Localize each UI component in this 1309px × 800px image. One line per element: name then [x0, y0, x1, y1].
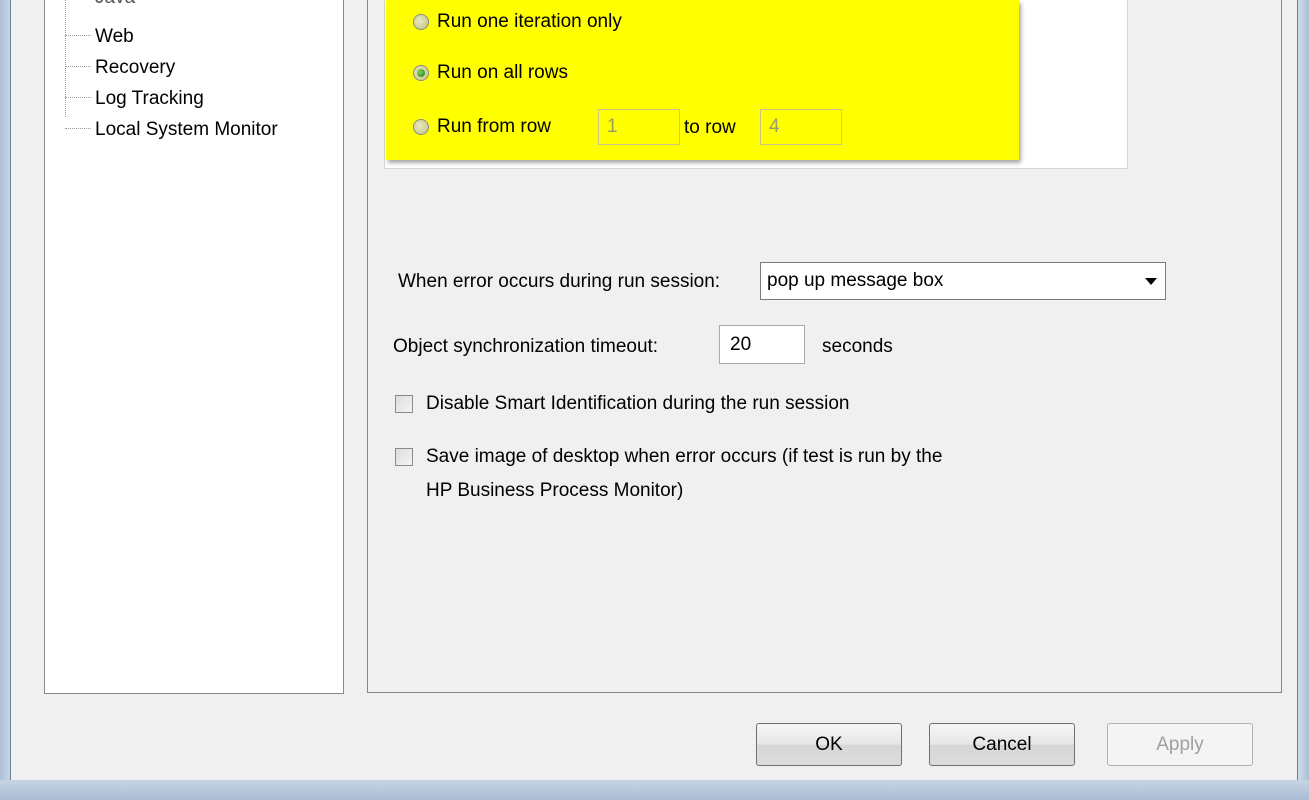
disable-smart-id-label: Disable Smart Identification during the …	[426, 393, 850, 414]
tree-item-web[interactable]: Web	[65, 24, 134, 50]
tree-item-local-system-monitor[interactable]: Local System Monitor	[65, 117, 278, 143]
cancel-button[interactable]: Cancel	[929, 723, 1075, 766]
tree-item-recovery[interactable]: Recovery	[65, 55, 175, 81]
run-one-iteration-label: Run one iteration only	[437, 11, 622, 32]
ok-button[interactable]: OK	[756, 723, 902, 766]
options-tree: Java Web Recovery Log Tracking Local Sys…	[44, 0, 344, 694]
save-image-checkbox[interactable]	[395, 448, 413, 466]
tree-connector-line	[65, 97, 91, 99]
error-handling-label: When error occurs during run session:	[398, 271, 721, 292]
sync-timeout-unit: seconds	[822, 336, 893, 357]
tree-item-label: Log Tracking	[95, 88, 204, 109]
error-handling-dropdown[interactable]: pop up message box	[760, 262, 1166, 300]
from-row-input[interactable]: 1	[598, 109, 680, 145]
tree-item-label: Local System Monitor	[95, 119, 278, 140]
disable-smart-id-checkbox[interactable]	[395, 395, 413, 413]
run-all-rows-label: Run on all rows	[437, 62, 568, 83]
tree-connector-line	[65, 66, 91, 68]
tree-connector-line	[65, 35, 91, 37]
tree-item-label: Java	[95, 0, 135, 8]
error-handling-value: pop up message box	[767, 270, 944, 291]
run-one-iteration-option[interactable]: Run one iteration only	[413, 8, 622, 36]
to-row-input[interactable]: 4	[760, 109, 842, 145]
radio-icon[interactable]	[413, 14, 429, 30]
run-all-rows-option[interactable]: Run on all rows	[413, 59, 568, 87]
sync-timeout-label: Object synchronization timeout:	[393, 336, 659, 357]
tree-item-log-tracking[interactable]: Log Tracking	[65, 86, 204, 112]
radio-icon[interactable]	[413, 119, 429, 135]
to-row-label: to row	[684, 117, 736, 138]
apply-button[interactable]: Apply	[1107, 723, 1253, 766]
run-from-row-label: Run from row	[437, 116, 552, 137]
chevron-down-icon[interactable]	[1145, 278, 1157, 285]
sync-timeout-input[interactable]: 20	[719, 325, 805, 364]
tree-connector-line	[65, 128, 91, 130]
window-frame-bottom	[0, 780, 1309, 800]
tree-item-label: Web	[95, 26, 134, 47]
run-from-row-option[interactable]: Run from row	[413, 113, 551, 141]
save-image-label-continued: HP Business Process Monitor)	[426, 480, 684, 501]
tree-item-label: Recovery	[95, 57, 176, 78]
radio-selected-icon[interactable]	[413, 65, 429, 81]
save-image-label: Save image of desktop when error occurs …	[426, 446, 943, 467]
tree-item-java[interactable]: Java	[65, 0, 135, 11]
